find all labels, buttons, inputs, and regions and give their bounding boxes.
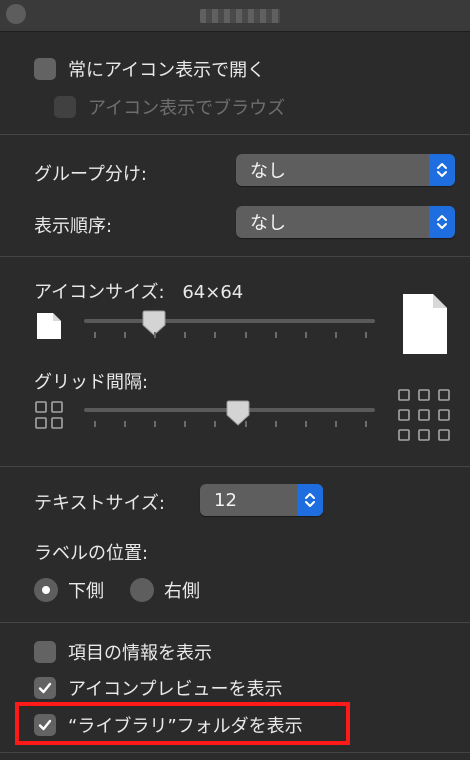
- checkmark-icon: [38, 682, 52, 694]
- grid-spacing-label: グリッド間隔:: [34, 372, 149, 393]
- group-by-label: グループ分け:: [34, 164, 147, 185]
- show-icon-preview-row[interactable]: アイコンプレビューを表示: [34, 675, 283, 701]
- show-item-info-row[interactable]: 項目の情報を表示: [34, 639, 212, 665]
- browse-icon-view-row: アイコン表示でブラウズ: [54, 94, 285, 120]
- always-open-icon-view-label: 常にアイコン表示で開く: [68, 60, 266, 81]
- slider-tick: [94, 421, 96, 427]
- browse-icon-view-label: アイコン表示でブラウズ: [88, 98, 286, 119]
- show-icon-preview-label: アイコンプレビューを表示: [68, 679, 283, 700]
- label-right-radio[interactable]: [130, 578, 154, 602]
- group-by-popup[interactable]: なし: [236, 154, 455, 186]
- slider-tick: [304, 332, 307, 338]
- slider-tick: [124, 332, 127, 338]
- text-size-value: 12: [214, 489, 237, 511]
- chevron-updown-icon: [297, 484, 323, 516]
- slider-tick: [244, 332, 247, 338]
- browse-icon-view-checkbox: [54, 96, 76, 118]
- text-size-label: テキストサイズ:: [34, 493, 165, 514]
- label-position-label: ラベルの位置:: [34, 543, 149, 564]
- icon-size-label: アイコンサイズ: 64×64: [34, 278, 243, 304]
- chevron-updown-icon: [429, 206, 455, 238]
- slider-tick: [274, 332, 277, 338]
- slider-tick: [124, 421, 127, 427]
- label-right-radio-row[interactable]: 右側: [130, 577, 200, 603]
- label-bottom-radio-row[interactable]: 下側: [34, 577, 104, 603]
- slider-tick: [184, 332, 187, 338]
- slider-tick: [304, 421, 307, 427]
- group-by-value: なし: [250, 161, 286, 182]
- slider-tick: [214, 332, 217, 338]
- large-document-icon: [403, 294, 447, 354]
- divider: [0, 134, 470, 135]
- radio-selected-dot: [42, 586, 50, 594]
- slider-tick: [334, 421, 337, 427]
- text-size-popup[interactable]: 12: [200, 484, 323, 516]
- divider: [0, 466, 470, 467]
- label-right-text: 右側: [164, 581, 200, 602]
- slider-tick: [214, 421, 217, 427]
- label-bottom-text: 下側: [68, 581, 104, 602]
- label-bottom-radio[interactable]: [34, 578, 58, 602]
- divider: [0, 752, 470, 753]
- grid-spacing-slider-thumb[interactable]: [226, 399, 250, 427]
- small-grid-icon: [35, 401, 63, 429]
- sort-by-label: 表示順序:: [34, 216, 113, 237]
- slider-tick: [184, 421, 187, 427]
- slider-tick: [154, 421, 157, 427]
- close-button[interactable]: [6, 4, 26, 24]
- slider-tick: [94, 332, 96, 338]
- icon-size-value: 64×64: [182, 282, 244, 303]
- chevron-updown-icon: [429, 154, 455, 186]
- show-icon-preview-checkbox[interactable]: [34, 677, 56, 699]
- always-open-icon-view-row[interactable]: 常にアイコン表示で開く: [34, 56, 265, 82]
- slider-tick: [274, 421, 277, 427]
- slider-tick: [365, 332, 367, 338]
- divider: [0, 256, 470, 257]
- slider-tick: [244, 421, 247, 427]
- icon-size-slider-track[interactable]: [84, 319, 375, 323]
- icon-size-label-text: アイコンサイズ:: [34, 282, 165, 303]
- window-title-obscured: [200, 9, 280, 23]
- slider-tick: [334, 332, 337, 338]
- always-open-icon-view-checkbox[interactable]: [34, 58, 56, 80]
- large-grid-icon: [398, 389, 450, 441]
- slider-tick: [154, 332, 157, 338]
- highlight-box: [15, 702, 350, 745]
- show-item-info-label: 項目の情報を表示: [68, 643, 212, 664]
- slider-tick: [365, 421, 367, 427]
- sort-by-value: なし: [250, 213, 286, 234]
- title-bar: [0, 0, 470, 32]
- small-document-icon: [37, 313, 61, 339]
- divider: [0, 622, 470, 623]
- show-item-info-checkbox[interactable]: [34, 641, 56, 663]
- sort-by-popup[interactable]: なし: [236, 206, 455, 238]
